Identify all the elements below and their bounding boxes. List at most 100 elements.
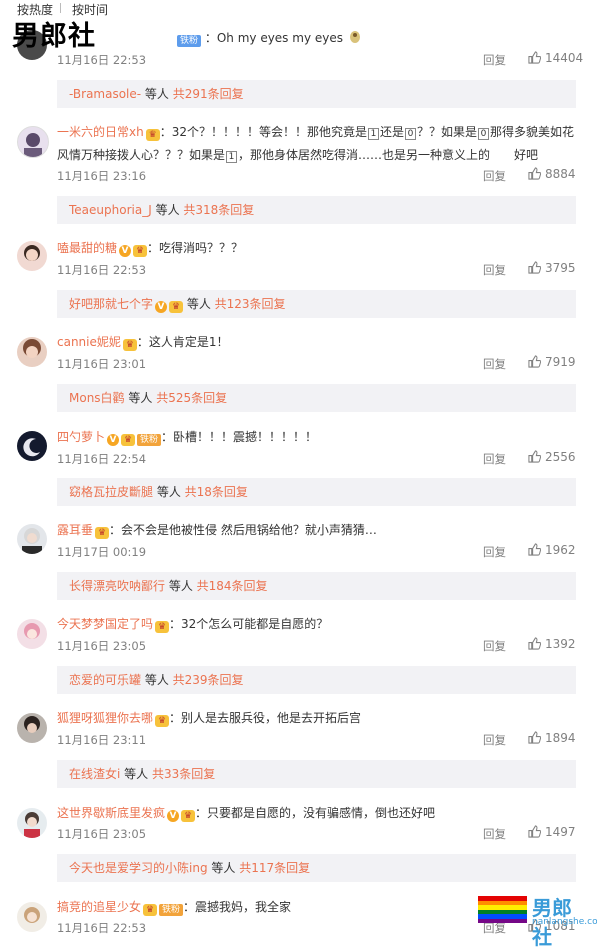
- comment-text: ：这人肯定是1！: [136, 335, 229, 349]
- crown-badge-icon: ♛: [95, 527, 110, 539]
- replies-summary[interactable]: Teaeuphoria_J 等人 共318条回复: [57, 196, 576, 224]
- thumbs-up-icon: [528, 731, 541, 744]
- reply-button[interactable]: 回复: [483, 826, 506, 842]
- fan-badge: 铁粉: [177, 35, 202, 47]
- reply-user[interactable]: 好吧那就七个字: [69, 297, 153, 311]
- verified-v-icon: V: [119, 245, 132, 257]
- reply-count[interactable]: 共123条回复: [215, 297, 286, 311]
- replies-summary[interactable]: 在线渣女i 等人 共33条回复: [57, 760, 576, 788]
- comment-text: ：会不会是他被性侵 然后甩锅给他？就小声猜猜…: [109, 523, 377, 537]
- reply-button[interactable]: 回复: [483, 638, 506, 654]
- comment-time: 11月16日 22:53: [57, 921, 147, 935]
- replies-summary[interactable]: 窈格瓦拉皮斷腿 等人 共18条回复: [57, 478, 576, 506]
- comment-line: 狐狸呀狐狸你去哪 ♛ ：别人是去服兵役，他是去开拓后宫: [57, 709, 577, 727]
- comment-line: 四勺萝卜 V ♛ 铁粉 ：卧槽！！！震撼！！！！！: [57, 428, 577, 446]
- like-count: 2556: [545, 450, 576, 464]
- reply-count[interactable]: 共525条回复: [156, 391, 227, 405]
- reply-button[interactable]: 回复: [483, 451, 506, 467]
- reply-button[interactable]: 回复: [483, 168, 506, 184]
- fan-badge: 铁粉: [137, 434, 162, 446]
- reply-count[interactable]: 共291条回复: [173, 87, 244, 101]
- crown-badge-icon: ♛: [181, 810, 196, 822]
- avatar[interactable]: [17, 808, 47, 838]
- comment-line: 这世界歇斯底里发疯 V ♛ ：只要都是自愿的，没有骗感情，倒也还好吧: [57, 804, 577, 822]
- boxed-number: 1: [368, 128, 379, 140]
- site-logo: 男郎社 nanlangshe.com: [478, 893, 597, 949]
- avatar[interactable]: [17, 126, 49, 158]
- like-count: 1962: [545, 543, 576, 557]
- reply-count[interactable]: 共239条回复: [173, 673, 244, 687]
- reply-button[interactable]: 回复: [483, 732, 506, 748]
- reply-user[interactable]: 窈格瓦拉皮斷腿: [69, 485, 153, 499]
- like-count: 7919: [545, 355, 576, 369]
- reply-mid: 等人: [165, 579, 197, 593]
- reply-mid: 等人: [153, 485, 185, 499]
- like-button[interactable]: 1962: [528, 543, 576, 557]
- username[interactable]: 四勺萝卜: [57, 430, 105, 444]
- like-button[interactable]: 1392: [528, 637, 576, 651]
- reply-user[interactable]: 长得漂亮吹呐鄙行: [69, 579, 165, 593]
- reply-user[interactable]: 在线渣女i: [69, 767, 120, 781]
- like-button[interactable]: 3795: [528, 261, 576, 275]
- reply-count[interactable]: 共33条回复: [152, 767, 215, 781]
- replies-summary[interactable]: 好吧那就七个字 V ♛ 等人 共123条回复: [57, 290, 576, 318]
- like-button[interactable]: 14404: [528, 51, 583, 65]
- thumbs-up-icon: [528, 637, 541, 650]
- avatar[interactable]: [17, 337, 47, 367]
- reply-count[interactable]: 共184条回复: [197, 579, 268, 593]
- username[interactable]: 搞竞的追星少女: [57, 900, 141, 914]
- like-count: 8884: [545, 167, 576, 181]
- reply-user[interactable]: Mons白鹳: [69, 391, 125, 405]
- boxed-number: 0: [405, 128, 417, 140]
- reply-user[interactable]: -Bramasole-: [69, 87, 141, 101]
- avatar[interactable]: [17, 431, 47, 461]
- replies-summary[interactable]: 长得漂亮吹呐鄙行 等人 共184条回复: [57, 572, 576, 600]
- avatar[interactable]: [17, 619, 47, 649]
- verified-v-icon: V: [155, 301, 168, 313]
- comment-text: 还是: [380, 125, 405, 139]
- comment-text: 风情万种接拨人心？？？如果是: [57, 148, 226, 162]
- username[interactable]: 这世界歇斯底里发疯: [57, 806, 165, 820]
- thumbs-up-icon: [528, 355, 541, 368]
- avatar[interactable]: [17, 524, 47, 554]
- boxed-number: 1: [226, 151, 238, 163]
- comment-time: 11月17日 00:19: [57, 545, 147, 559]
- replies-summary[interactable]: -Bramasole- 等人 共291条回复: [57, 80, 576, 108]
- comment-time: 11月16日 22:53: [57, 53, 147, 67]
- verified-v-icon: V: [107, 434, 120, 446]
- reply-button[interactable]: 回复: [483, 356, 506, 372]
- username[interactable]: 嗑最甜的糖: [57, 241, 117, 255]
- like-button[interactable]: 1894: [528, 731, 576, 745]
- reply-user[interactable]: 恋爱的可乐罐: [69, 673, 141, 687]
- username[interactable]: 狐狸呀狐狸你去哪: [57, 711, 153, 725]
- like-button[interactable]: 7919: [528, 355, 576, 369]
- username[interactable]: 一米六的日常xh: [57, 125, 144, 139]
- replies-summary[interactable]: 恋爱的可乐罐 等人 共239条回复: [57, 666, 576, 694]
- reply-count[interactable]: 共117条回复: [239, 861, 310, 875]
- reply-button[interactable]: 回复: [483, 544, 506, 560]
- avatar[interactable]: [17, 902, 47, 932]
- reply-button[interactable]: 回复: [483, 262, 506, 278]
- reply-count[interactable]: 共318条回复: [183, 203, 254, 217]
- username[interactable]: cannie妮妮: [57, 335, 121, 349]
- crown-badge-icon: ♛: [145, 129, 160, 141]
- reply-user[interactable]: Teaeuphoria_J: [69, 203, 152, 217]
- replies-summary[interactable]: 今天也是爱学习的小陈ing 等人 共117条回复: [57, 854, 576, 882]
- crown-badge-icon: ♛: [155, 621, 170, 633]
- comment-text: ：震撼我妈，我全家: [183, 900, 292, 914]
- username[interactable]: 露耳垂: [57, 523, 93, 537]
- replies-summary[interactable]: Mons白鹳 等人 共525条回复: [57, 384, 576, 412]
- reply-user[interactable]: 今天也是爱学习的小陈ing: [69, 861, 208, 875]
- reply-button[interactable]: 回复: [483, 52, 506, 68]
- avatar[interactable]: [17, 713, 47, 743]
- comment-line: 铁粉 ：Oh my eyes my eyes: [57, 29, 577, 47]
- like-button[interactable]: 1497: [528, 825, 576, 839]
- comment-time: 11月16日 23:05: [57, 827, 147, 841]
- like-button[interactable]: 2556: [528, 450, 576, 464]
- thumbs-up-icon: [528, 51, 541, 64]
- avatar[interactable]: [17, 241, 47, 271]
- like-button[interactable]: 8884: [528, 167, 576, 181]
- username[interactable]: 今天梦梦国定了吗: [57, 617, 153, 631]
- comment-text: ：只要都是自愿的，没有骗感情，倒也还好吧: [195, 806, 436, 820]
- reply-count[interactable]: 共18条回复: [185, 485, 248, 499]
